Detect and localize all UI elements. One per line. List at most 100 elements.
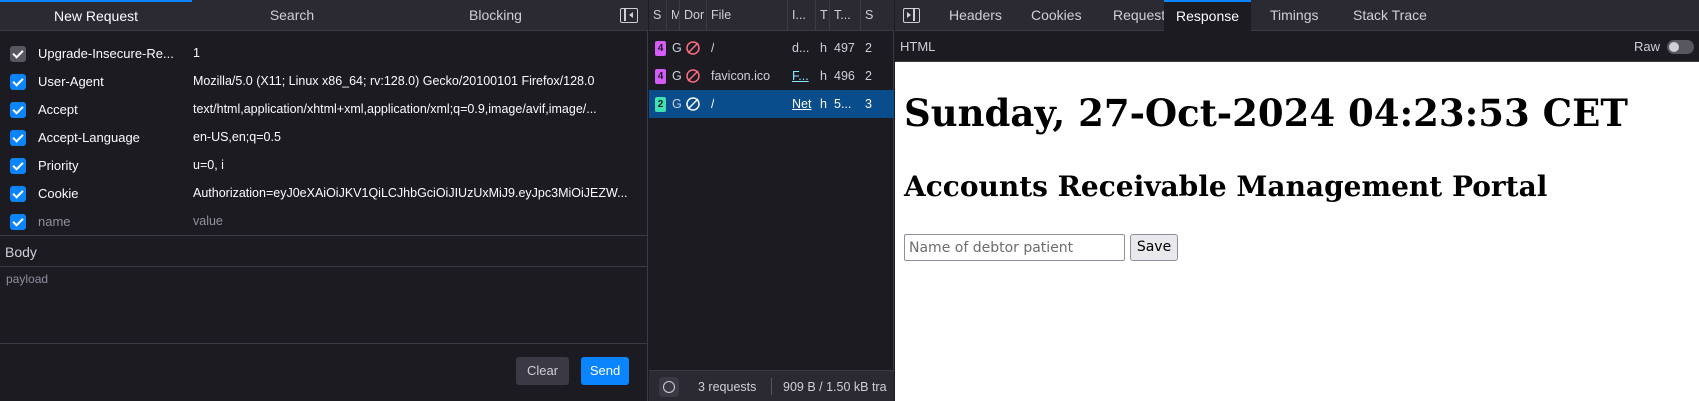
header-name[interactable]: Accept <box>38 102 180 117</box>
header-row: User-Agent Mozilla/5.0 (X11; Linux x86_6… <box>0 68 648 96</box>
response-heading: Sunday, 27-Oct-2024 04:23:53 CET <box>904 91 1628 135</box>
new-header-value-field[interactable]: value <box>193 214 638 228</box>
header-name[interactable]: Accept-Language <box>38 130 180 145</box>
divider <box>0 343 648 344</box>
response-preview: Sunday, 27-Oct-2024 04:23:53 CET Account… <box>895 62 1699 401</box>
size-cell: 2 <box>865 41 872 55</box>
devtools-network-panel: New Request Search Blocking Upgrade-Inse… <box>0 0 1699 401</box>
response-format-label: HTML <box>900 39 936 54</box>
tab-blocking[interactable]: Blocking <box>392 0 599 31</box>
status-badge: 2 <box>655 97 666 112</box>
request-row[interactable]: 4 G favicon.ico F... h 496 2 <box>649 62 894 90</box>
tab-timings[interactable]: Timings <box>1258 0 1331 31</box>
initiator-link[interactable]: F... <box>792 62 814 90</box>
raw-toggle[interactable] <box>1667 40 1694 54</box>
header-row: Accept-Language en-US,en;q=0.5 <box>0 124 648 152</box>
column-domain[interactable]: Dor <box>680 0 707 31</box>
header-checkbox[interactable] <box>10 158 26 174</box>
header-checkbox[interactable] <box>10 74 26 90</box>
request-row[interactable]: 4 G / d... h 497 2 <box>649 34 894 62</box>
header-checkbox[interactable] <box>10 186 26 202</box>
request-list-panel: S M Dor File I... T T... S 4 G / d... h … <box>649 0 894 401</box>
tab-response[interactable]: Response <box>1164 0 1252 31</box>
header-row: Cookie Authorization=eyJ0eXAiOiJKV1QiLCJ… <box>0 180 648 208</box>
tracking-blocked-icon <box>686 97 700 111</box>
request-row-selected[interactable]: 2 G / Net h 5... 3 <box>649 90 894 118</box>
size-cell: 2 <box>865 69 872 83</box>
header-checkbox[interactable] <box>10 46 26 62</box>
clear-button[interactable]: Clear <box>516 357 569 385</box>
header-name[interactable]: Cookie <box>38 186 180 201</box>
method-cell: G <box>672 97 682 111</box>
header-value[interactable]: en-US,en;q=0.5 <box>193 130 638 144</box>
save-button[interactable]: Save <box>1130 234 1178 261</box>
header-value[interactable]: 1 <box>193 46 638 60</box>
status-badge: 4 <box>655 69 666 84</box>
tracking-blocked-icon <box>686 69 700 83</box>
size-cell: 3 <box>865 97 872 111</box>
header-name[interactable]: Upgrade-Insecure-Re... <box>38 46 180 61</box>
debtor-name-input[interactable] <box>904 234 1125 261</box>
request-list-header: S M Dor File I... T T... S <box>649 0 894 31</box>
header-checkbox[interactable] <box>10 214 26 230</box>
performance-timer-icon[interactable] <box>659 377 679 397</box>
header-value[interactable]: Mozilla/5.0 (X11; Linux x86_64; rv:128.0… <box>193 74 638 88</box>
type-cell: h <box>820 69 827 83</box>
initiator-cell: d... <box>792 41 810 55</box>
tab-cookies[interactable]: Cookies <box>1019 0 1094 31</box>
tab-stack-trace[interactable]: Stack Trace <box>1341 0 1439 31</box>
details-tab-bar: Headers Cookies Request Response Timings… <box>895 0 1699 31</box>
tab-headers[interactable]: Headers <box>937 0 1014 31</box>
column-status[interactable]: S <box>649 0 667 31</box>
payload-textarea[interactable]: payload <box>6 272 48 286</box>
type-cell: h <box>820 41 827 55</box>
transferred-cell: 496 <box>834 69 855 83</box>
request-list-footer: 3 requests 909 B / 1.50 kB tra <box>649 370 894 401</box>
body-label: Body <box>5 244 37 260</box>
type-cell: h <box>820 97 827 111</box>
raw-label: Raw <box>1634 39 1661 54</box>
toggle-sidebar-icon[interactable] <box>903 8 920 23</box>
send-button[interactable]: Send <box>581 357 629 385</box>
header-row: Upgrade-Insecure-Re... 1 <box>0 40 648 68</box>
divider <box>771 378 772 395</box>
transfer-summary: 909 B / 1.50 kB tra <box>783 380 887 394</box>
tab-search[interactable]: Search <box>192 0 392 31</box>
tracking-blocked-icon <box>686 41 700 55</box>
initiator-link[interactable]: Net <box>792 90 814 118</box>
response-subheading: Accounts Receivable Management Portal <box>904 170 1548 203</box>
header-name[interactable]: Priority <box>38 158 180 173</box>
new-request-panel: New Request Search Blocking Upgrade-Inse… <box>0 0 648 401</box>
method-cell: G <box>672 41 682 55</box>
new-header-name-field[interactable]: name <box>38 214 180 229</box>
file-cell: / <box>711 97 715 111</box>
header-row: Priority u=0, i <box>0 152 648 180</box>
collapse-panel-icon[interactable] <box>620 8 638 23</box>
request-details-panel: Headers Cookies Request Response Timings… <box>895 0 1699 401</box>
response-toolbar: HTML Raw <box>895 31 1699 62</box>
header-value[interactable]: text/html,application/xhtml+xml,applicat… <box>193 102 638 116</box>
column-size[interactable]: S <box>861 0 894 31</box>
column-transferred[interactable]: T... <box>830 0 861 31</box>
tab-new-request[interactable]: New Request <box>0 0 192 31</box>
column-initiator[interactable]: I... <box>788 0 816 31</box>
column-type[interactable]: T <box>816 0 830 31</box>
transferred-cell: 497 <box>834 41 855 55</box>
left-tab-bar: New Request Search Blocking <box>0 0 648 31</box>
new-header-row: name value <box>0 208 648 236</box>
transferred-cell: 5... <box>834 97 852 111</box>
header-value[interactable]: Authorization=eyJ0eXAiOiJKV1QiLCJhbGciOi… <box>193 186 638 200</box>
column-file[interactable]: File <box>707 0 788 31</box>
column-method[interactable]: M <box>667 0 680 31</box>
request-count: 3 requests <box>698 380 757 394</box>
body-section-header: Body <box>0 235 648 267</box>
header-value[interactable]: u=0, i <box>193 158 638 172</box>
header-checkbox[interactable] <box>10 102 26 118</box>
status-badge: 4 <box>655 41 666 56</box>
file-cell: favicon.ico <box>711 69 771 83</box>
header-row: Accept text/html,application/xhtml+xml,a… <box>0 96 648 124</box>
file-cell: / <box>711 41 715 55</box>
method-cell: G <box>672 69 682 83</box>
header-name[interactable]: User-Agent <box>38 74 180 89</box>
header-checkbox[interactable] <box>10 130 26 146</box>
